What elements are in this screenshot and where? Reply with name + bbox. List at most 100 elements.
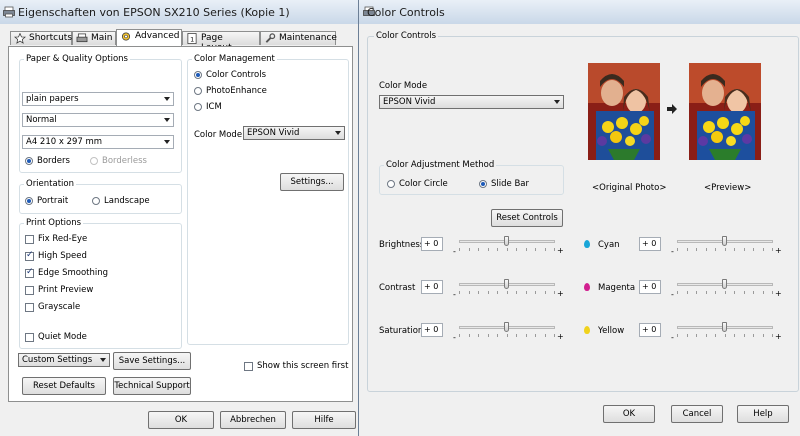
tick-mark (507, 334, 508, 337)
group-label: Color Management (192, 54, 277, 64)
ok-button[interactable]: OK (148, 411, 214, 429)
high-speed-checkbox[interactable]: High Speed (25, 250, 105, 262)
checkbox-label: Fix Red-Eye (38, 234, 88, 244)
tick-mark (763, 334, 764, 337)
select-value: Custom Settings (22, 355, 93, 365)
tick-mark (554, 291, 555, 294)
landscape-radio[interactable]: Landscape (92, 196, 157, 207)
select-value: Normal (26, 115, 57, 125)
technical-support-button[interactable]: Technical Support (113, 377, 191, 395)
quality-select[interactable]: Normal (22, 113, 174, 127)
slider-thumb[interactable] (722, 279, 727, 289)
slider-thumb[interactable] (504, 322, 509, 332)
slider-thumb[interactable] (504, 279, 509, 289)
reset-defaults-button[interactable]: Reset Defaults (22, 377, 106, 395)
tick-mark (763, 248, 764, 251)
tab-label: Shortcuts (29, 33, 73, 43)
tick-mark (753, 334, 754, 337)
select-value: A4 210 x 297 mm (26, 137, 103, 147)
print-options-group: Print Options Fix Red-Eye High Speed Edg… (19, 218, 182, 349)
help-button[interactable]: Help (737, 405, 789, 423)
print-preview-checkbox[interactable]: Print Preview (25, 285, 105, 296)
portrait-radio[interactable]: Portrait (25, 196, 80, 207)
tick-mark (459, 334, 460, 337)
tab-label: Advanced (135, 31, 180, 41)
slider-ticks (459, 291, 555, 294)
slider-value-field[interactable]: + 0 (639, 280, 661, 294)
slider-thumb[interactable] (722, 236, 727, 246)
select-value: EPSON Vivid (383, 97, 436, 107)
tick-mark (677, 334, 678, 337)
color-circle-radio[interactable]: Color Circle (387, 179, 457, 190)
fix-red-eye-checkbox[interactable]: Fix Red-Eye (25, 234, 105, 245)
borderless-radio[interactable]: Borderless (90, 156, 160, 167)
slider-value-field[interactable]: + 0 (639, 323, 661, 337)
tick-mark (469, 291, 470, 294)
tick-mark (516, 334, 517, 337)
tick-mark (763, 291, 764, 294)
radio-label: ICM (206, 102, 222, 112)
borders-radio[interactable]: Borders (25, 156, 85, 167)
minus-label: - (671, 247, 674, 256)
plus-label: + (557, 246, 564, 255)
reset-controls-button[interactable]: Reset Controls (491, 209, 563, 227)
slider-ticks (677, 291, 773, 294)
save-settings-button[interactable]: Save Settings... (113, 352, 191, 370)
grayscale-checkbox[interactable]: Grayscale (25, 302, 105, 313)
tab-maintenance[interactable]: Maintenance (260, 31, 337, 45)
minus-label: - (671, 290, 674, 299)
select-value: plain papers (26, 94, 79, 104)
radio-dot (387, 180, 395, 188)
slider-value-field[interactable]: + 0 (421, 237, 443, 251)
group-label: Color Adjustment Method (384, 160, 497, 170)
show-screen-first-checkbox[interactable]: Show this screen first (244, 361, 354, 372)
cancel-button[interactable]: Cancel (671, 405, 723, 423)
tab-page-layout[interactable]: 1 Page Layout (182, 31, 260, 53)
tab-main[interactable]: Main (72, 31, 116, 45)
checkbox-box (25, 303, 34, 312)
slider-thumb[interactable] (504, 236, 509, 246)
slider-value-field[interactable]: + 0 (421, 323, 443, 337)
preview-photo (689, 63, 761, 160)
chevron-down-icon (164, 97, 170, 101)
photo-enhance-radio[interactable]: PhotoEnhance (194, 86, 284, 97)
svg-text:1: 1 (190, 35, 194, 43)
checkbox-box (25, 286, 34, 295)
tick-mark (677, 291, 678, 294)
tab-advanced[interactable]: Advanced (116, 29, 182, 46)
edge-smoothing-checkbox[interactable]: Edge Smoothing (25, 267, 115, 279)
slide-bar-radio[interactable]: Slide Bar (479, 179, 539, 190)
quiet-mode-checkbox[interactable]: Quiet Mode (25, 332, 105, 343)
radio-dot (92, 197, 100, 205)
slider-thumb[interactable] (722, 322, 727, 332)
chevron-down-icon (335, 131, 341, 135)
tab-label: Main (91, 33, 113, 43)
color-controls-radio[interactable]: Color Controls (194, 70, 284, 81)
tick-mark (516, 291, 517, 294)
select-value: EPSON Vivid (247, 128, 300, 138)
tab-label: Maintenance (279, 33, 337, 43)
radio-label: Color Circle (399, 179, 448, 189)
tick-mark (706, 334, 707, 337)
tick-mark (734, 334, 735, 337)
cancel-button[interactable]: Abbrechen (220, 411, 286, 429)
ok-button[interactable]: OK (603, 405, 655, 423)
tick-mark (696, 334, 697, 337)
paper-size-select[interactable]: A4 210 x 297 mm (22, 135, 174, 149)
tick-mark (677, 248, 678, 251)
title-bar[interactable]: Color Controls (359, 0, 800, 24)
color-mode-select[interactable]: EPSON Vivid (379, 95, 564, 109)
icm-radio[interactable]: ICM (194, 102, 244, 113)
title-bar[interactable]: Eigenschaften von EPSON SX210 Series (Ko… (0, 0, 362, 24)
custom-settings-select[interactable]: Custom Settings (18, 353, 110, 367)
help-button[interactable]: Hilfe (292, 411, 356, 429)
settings-button[interactable]: Settings... (280, 173, 344, 191)
tick-mark (478, 291, 479, 294)
slider-value-field[interactable]: + 0 (421, 280, 443, 294)
color-mode-select[interactable]: EPSON Vivid (243, 126, 345, 140)
tick-mark (696, 248, 697, 251)
tab-shortcuts[interactable]: Shortcuts (10, 31, 72, 45)
paper-type-select[interactable]: plain papers (22, 92, 174, 106)
checkbox-label: Quiet Mode (38, 332, 87, 342)
slider-value-field[interactable]: + 0 (639, 237, 661, 251)
